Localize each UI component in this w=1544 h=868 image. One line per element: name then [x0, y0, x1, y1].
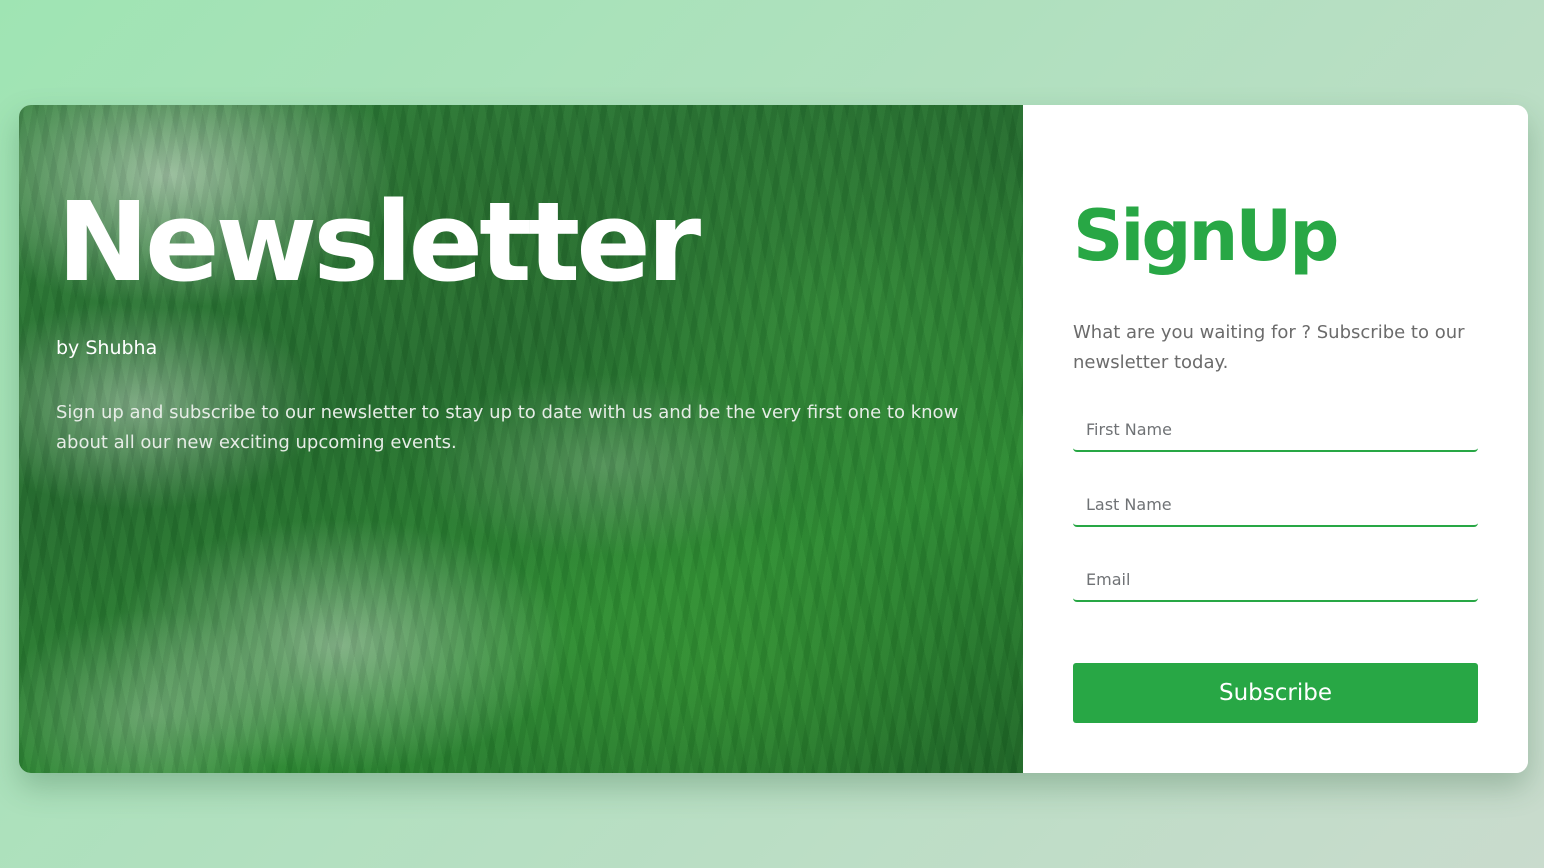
- email-field[interactable]: [1073, 558, 1478, 602]
- newsletter-card: Newsletter by Shubha Sign up and subscri…: [19, 105, 1528, 773]
- forest-hero-panel: Newsletter by Shubha Sign up and subscri…: [19, 105, 1023, 773]
- newsletter-title: Newsletter: [57, 178, 701, 306]
- subscribe-button[interactable]: Subscribe: [1073, 663, 1478, 723]
- author-byline: by Shubha: [56, 337, 158, 359]
- last-name-field[interactable]: [1073, 483, 1478, 527]
- signup-description: What are you waiting for ? Subscribe to …: [1073, 322, 1465, 373]
- signup-panel: SignUp What are you waiting for ? Subscr…: [1023, 105, 1528, 773]
- first-name-field[interactable]: [1073, 408, 1478, 452]
- newsletter-description: Sign up and subscribe to our newsletter …: [56, 402, 959, 453]
- signup-title: SignUp: [1073, 195, 1339, 277]
